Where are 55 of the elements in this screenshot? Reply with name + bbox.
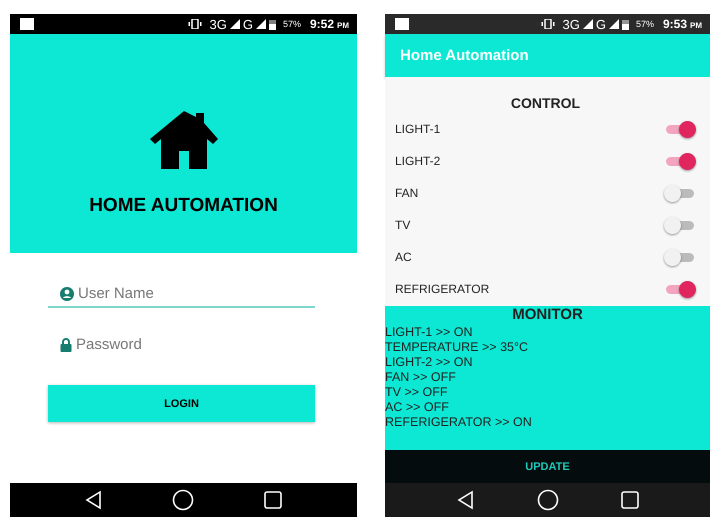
toggle-switch[interactable] — [664, 184, 696, 202]
app-title: HOME AUTOMATION — [89, 195, 278, 217]
battery-percent: 57% — [636, 19, 654, 29]
toggle-switch[interactable] — [664, 120, 696, 138]
section-heading: CONTROL — [510, 95, 582, 111]
vibrate-icon — [188, 19, 202, 29]
network-label: 3G — [209, 16, 227, 32]
network-label: G — [596, 16, 606, 32]
user-icon — [60, 286, 74, 300]
status-line: FAN >> OFF — [385, 370, 457, 385]
toggle-switch[interactable] — [664, 152, 696, 170]
network-label: G — [242, 16, 253, 32]
signal-icon — [256, 19, 266, 29]
signal-icon — [608, 19, 619, 29]
toggle-switch[interactable] — [664, 248, 696, 266]
signal-icon — [230, 19, 240, 29]
switch-label: LIGHT-2 — [395, 154, 440, 168]
home-icon[interactable] — [536, 489, 558, 511]
status-line: REFERIGERATOR >> ON — [385, 415, 533, 430]
vibrate-icon — [541, 19, 556, 29]
clock-period: PM — [337, 20, 349, 30]
switch-label: AC — [395, 250, 412, 264]
signal-icon — [582, 19, 593, 29]
lock-icon — [60, 338, 72, 352]
login-button[interactable]: LOGIN — [48, 385, 315, 422]
password-field[interactable]: Password — [76, 334, 307, 355]
notification-icon — [20, 18, 34, 30]
status-line: TV >> OFF — [385, 385, 449, 400]
status-line: LIGHT-2 >> ON — [385, 355, 474, 370]
battery-icon — [268, 18, 276, 30]
clock-period: PM — [690, 20, 702, 30]
app-bar-title: Home Automation — [400, 47, 529, 64]
clock: 9:52 — [310, 17, 334, 31]
update-button[interactable]: UPDATE — [385, 450, 710, 483]
switch-label: REFRIGERATOR — [395, 282, 490, 296]
notification-icon — [395, 18, 409, 30]
status-line: LIGHT-1 >> ON — [385, 325, 474, 340]
username-field[interactable]: User Name — [78, 283, 307, 304]
switch-label: FAN — [395, 186, 418, 200]
section-heading: MONITOR — [511, 306, 584, 323]
status-line: TEMPERATURE >> 35°C — [385, 340, 529, 355]
toggle-switch[interactable] — [664, 280, 696, 298]
clock: 9:53 — [662, 17, 687, 31]
switch-label: LIGHT-1 — [395, 122, 440, 136]
battery-percent: 57% — [282, 19, 301, 29]
back-icon[interactable] — [456, 490, 476, 510]
home-icon[interactable] — [172, 489, 194, 511]
battery-icon — [622, 18, 629, 30]
switch-label: TV — [395, 218, 410, 232]
recents-icon[interactable] — [262, 490, 283, 510]
recents-icon[interactable] — [620, 490, 640, 510]
house-icon — [148, 109, 220, 171]
status-line: AC >> OFF — [385, 400, 450, 415]
network-label: 3G — [562, 16, 580, 32]
toggle-switch[interactable] — [664, 216, 696, 234]
